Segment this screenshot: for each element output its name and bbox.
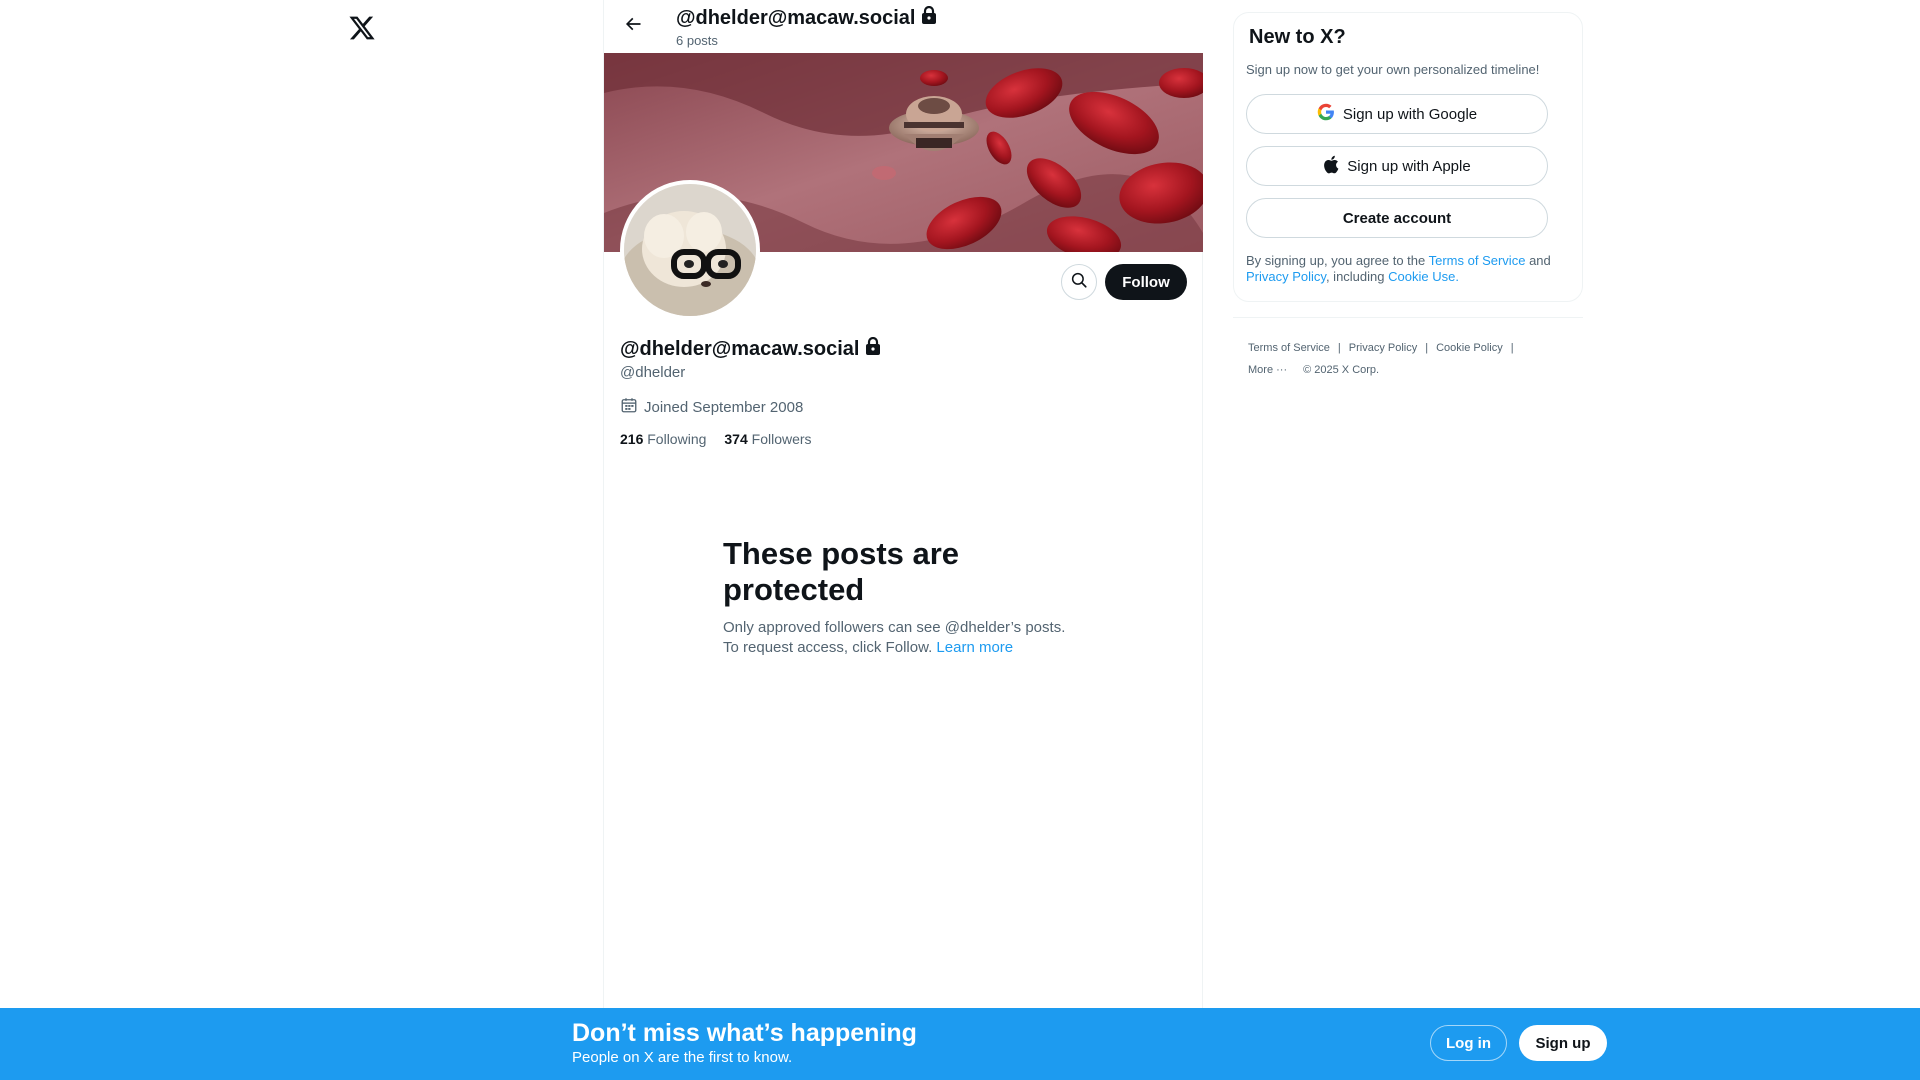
profile-search-button[interactable] (1061, 264, 1097, 300)
bottom-bar-subheading: People on X are the first to know. (572, 1049, 793, 1066)
profile-handle: @dhelder (620, 364, 686, 381)
calendar-icon (620, 396, 638, 418)
bottom-bar-heading: Don’t miss what’s happening (572, 1019, 917, 1047)
protected-body-line2: To request access, click Follow. (723, 639, 933, 656)
login-button[interactable]: Log in (1430, 1025, 1507, 1061)
terms-including: , including (1325, 269, 1385, 284)
bottom-signup-bar: Don’t miss what’s happening People on X … (0, 1008, 1920, 1080)
learn-more-link[interactable]: Learn more (936, 639, 1013, 656)
signup-card: New to X? Sign up now to get your own pe… (1233, 12, 1583, 302)
joined-text: Joined September 2008 (644, 398, 804, 416)
follow-button[interactable]: Follow (1105, 264, 1187, 300)
lock-icon (865, 336, 881, 361)
footer-separator: | (1337, 342, 1341, 354)
signup-google-label: Sign up with Google (1342, 105, 1478, 123)
followers-label: Followers (751, 431, 812, 447)
terms-prefix: By signing up, you agree to the (1246, 253, 1426, 268)
header-title: @dhelder@macaw.social (676, 5, 937, 30)
header-title-text: @dhelder@macaw.social (676, 6, 916, 29)
profile-header-bar: @dhelder@macaw.social 6 posts (604, 0, 1203, 53)
display-name-text: @dhelder@macaw.social (620, 337, 860, 360)
footer-more-button[interactable]: More ··· (1248, 363, 1287, 377)
footer-copyright: © 2025 X Corp. (1303, 364, 1380, 376)
signup-terms: By signing up, you agree to the Terms of… (1246, 253, 1576, 285)
sidebar-divider (1233, 317, 1583, 318)
arrow-left-icon (623, 14, 643, 39)
apple-icon (1323, 155, 1339, 178)
google-icon (1317, 103, 1335, 125)
protected-notice: These posts are protected Only approved … (723, 536, 1093, 658)
search-icon (1070, 271, 1088, 294)
signup-google-button[interactable]: Sign up with Google (1246, 94, 1548, 134)
back-button[interactable] (616, 9, 650, 43)
terms-of-service-link[interactable]: Terms of Service (1429, 253, 1526, 268)
footer-cookie-link[interactable]: Cookie Policy (1436, 341, 1503, 355)
followers-count: 374 (724, 431, 748, 447)
signup-title: New to X? (1249, 26, 1346, 48)
privacy-policy-link[interactable]: Privacy Policy (1246, 269, 1326, 284)
post-count: 6 posts (676, 33, 718, 48)
protected-heading: These posts are protected (723, 536, 960, 607)
avatar[interactable] (620, 180, 760, 320)
footer-privacy-link[interactable]: Privacy Policy (1349, 341, 1417, 355)
followers-link[interactable]: 374 Followers (724, 431, 811, 447)
terms-and: and (1529, 253, 1551, 268)
footer-links: Terms of Service | Privacy Policy | Cook… (1248, 341, 1568, 377)
protected-body-line1: Only approved followers can see @dhelder… (723, 619, 1066, 636)
protected-body: Only approved followers can see @dhelder… (723, 618, 1093, 658)
following-link[interactable]: 216 Following (620, 431, 706, 447)
cookie-use-link[interactable]: Cookie Use. (1388, 269, 1459, 284)
following-label: Following (647, 431, 707, 447)
signup-button[interactable]: Sign up (1519, 1025, 1607, 1061)
x-logo-icon[interactable] (346, 12, 378, 44)
joined-date: Joined September 2008 (620, 396, 803, 418)
left-nav (0, 0, 603, 1080)
following-count: 216 (620, 431, 644, 447)
profile-display-name: @dhelder@macaw.social (620, 336, 881, 361)
lock-icon (921, 5, 937, 30)
footer-terms-link[interactable]: Terms of Service (1248, 341, 1330, 355)
profile-column: @dhelder@macaw.social 6 posts Follow @dh… (603, 0, 1203, 1080)
signup-apple-button[interactable]: Sign up with Apple (1246, 146, 1548, 186)
signup-subtitle: Sign up now to get your own personalized… (1246, 62, 1540, 77)
follow-stats: 216 Following 374 Followers (620, 431, 812, 447)
create-account-button[interactable]: Create account (1246, 198, 1548, 238)
footer-separator: | (1425, 342, 1429, 354)
signup-apple-label: Sign up with Apple (1347, 157, 1471, 175)
footer-separator: | (1510, 342, 1514, 354)
